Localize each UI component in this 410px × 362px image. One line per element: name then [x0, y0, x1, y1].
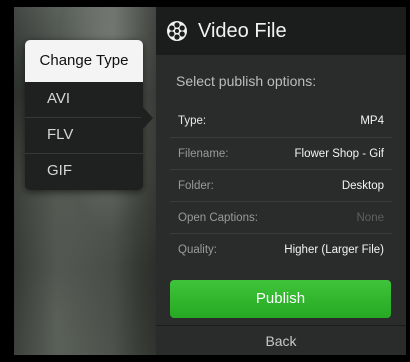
option-row-quality[interactable]: Quality: Higher (Larger File): [170, 233, 392, 265]
options-list: Type: MP4 Filename: Flower Shop - Gif Fo…: [170, 105, 392, 265]
panel-header: Video File: [156, 7, 406, 55]
option-row-open-captions: Open Captions: None: [170, 201, 392, 233]
option-label: Folder:: [178, 179, 214, 192]
panel-title: Video File: [198, 19, 287, 42]
film-reel-icon: [167, 21, 187, 41]
publish-options-subtitle: Select publish options:: [176, 73, 317, 89]
option-value: None: [356, 211, 385, 224]
option-row-folder[interactable]: Folder: Desktop: [170, 169, 392, 201]
option-value: Flower Shop - Gif: [294, 147, 384, 160]
option-label: Quality:: [178, 243, 217, 256]
option-label: Filename:: [178, 147, 229, 160]
option-row-filename[interactable]: Filename: Flower Shop - Gif: [170, 137, 392, 169]
change-type-item-flv[interactable]: FLV: [25, 118, 143, 154]
option-row-type[interactable]: Type: MP4: [170, 105, 392, 137]
change-type-title: Change Type: [25, 40, 143, 82]
option-label: Open Captions:: [178, 211, 258, 224]
option-label: Type:: [178, 115, 207, 127]
popover-arrow: [141, 105, 153, 131]
change-type-item-gif[interactable]: GIF: [25, 154, 143, 190]
option-value: Desktop: [341, 179, 384, 192]
back-button[interactable]: Back: [156, 326, 406, 355]
publish-panel: Video File Select publish options: Type:…: [156, 7, 406, 355]
option-value: MP4: [360, 115, 384, 127]
publish-button[interactable]: Publish: [170, 280, 391, 318]
app-frame: Change Type AVI FLV GIF Video File Selec…: [0, 0, 410, 362]
option-value: Higher (Larger File): [284, 243, 384, 256]
change-type-item-avi[interactable]: AVI: [25, 82, 143, 118]
change-type-popover: Change Type AVI FLV GIF: [25, 40, 143, 190]
